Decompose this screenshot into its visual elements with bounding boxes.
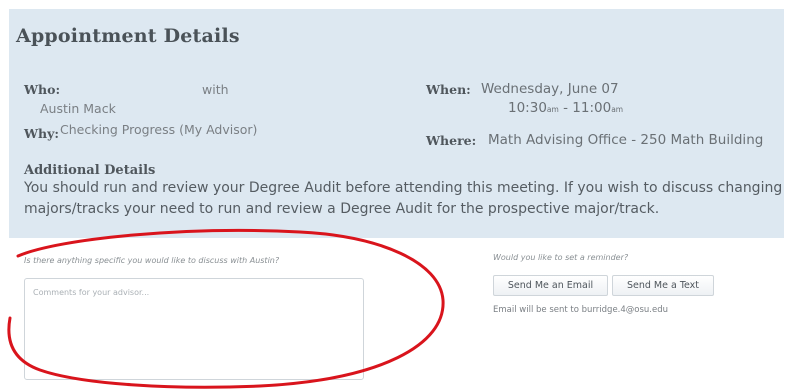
- why-label: Why:: [24, 126, 60, 141]
- additional-details-text: You should run and review your Degree Au…: [24, 180, 783, 217]
- comments-textarea[interactable]: [24, 278, 364, 380]
- who-label: Who:: [24, 82, 61, 97]
- where-label: Where:: [426, 133, 477, 148]
- when-label: When:: [426, 82, 471, 97]
- where-value: Math Advising Office - 250 Math Building: [488, 132, 764, 148]
- comments-question: Is there anything specific you would lik…: [24, 256, 280, 265]
- time-start: 10:30: [508, 100, 547, 116]
- send-text-button[interactable]: Send Me a Text: [612, 275, 714, 296]
- additional-details-heading: Additional Details: [24, 163, 156, 178]
- when-date: Wednesday, June 07: [481, 81, 619, 97]
- when-time: 10:30am - 11:00am: [508, 100, 623, 116]
- appointment-details-title: Appointment Details: [16, 25, 240, 47]
- advisor-name: Austin Mack: [40, 101, 116, 116]
- time-start-suffix: am: [546, 105, 559, 114]
- why-value: Checking Progress (My Advisor): [60, 122, 258, 137]
- with-text: with: [202, 82, 229, 97]
- reminder-question: Would you like to set a reminder?: [493, 253, 629, 262]
- email-note: Email will be sent to burridge.4@osu.edu: [493, 305, 669, 315]
- time-separator: -: [558, 100, 573, 116]
- time-end: 11:00: [572, 100, 612, 116]
- send-email-button[interactable]: Send Me an Email: [493, 275, 608, 296]
- time-end-suffix: am: [611, 105, 624, 114]
